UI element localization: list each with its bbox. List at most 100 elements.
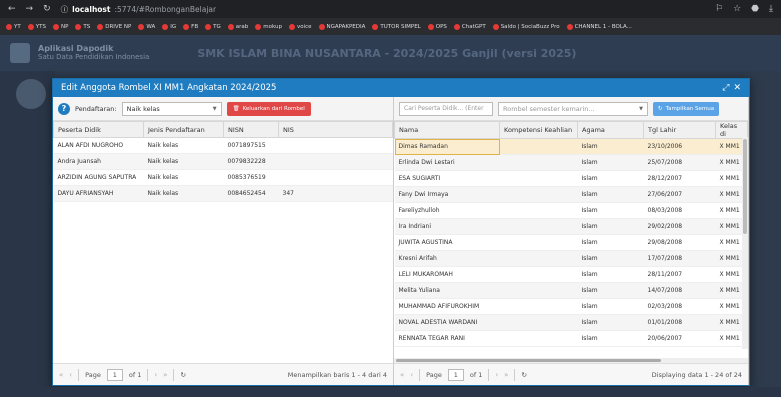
search-input[interactable]: Cari Peserta Didik... (Enter	[399, 101, 494, 116]
site-info-icon[interactable]: ⓘ	[61, 4, 69, 15]
maximize-icon[interactable]: ⤢	[722, 83, 729, 93]
bookmark-item[interactable]: NGAPAKPEDIA	[318, 23, 365, 30]
semester-select[interactable]: Rombel semester kemarin... ▼	[498, 101, 649, 116]
first-page-icon[interactable]: «	[400, 371, 404, 379]
column-header[interactable]: NISN	[223, 121, 279, 138]
table-row[interactable]: ESA SUGIARTI Islam 28/12/2007 X MM1	[394, 170, 748, 187]
candidate-table: Nama Kompetensi Keahlian Agama Tgl Lahir Kel…	[394, 121, 748, 347]
table-cell: Fareliyzhulloh	[394, 202, 500, 219]
vertical-scrollbar[interactable]	[742, 137, 748, 349]
show-all-button[interactable]: ↻ Tampilkan Semua	[653, 101, 720, 116]
download-icon[interactable]: ⤓	[769, 4, 773, 14]
bookmark-icon	[52, 23, 59, 30]
bookmark-item[interactable]: FB	[183, 23, 199, 30]
extension-icon[interactable]: ⬣	[751, 4, 759, 14]
back-icon[interactable]: ←	[8, 4, 16, 14]
table-cell	[499, 250, 578, 267]
bookmark-icon	[372, 23, 379, 30]
help-icon[interactable]: ?	[58, 102, 70, 115]
page-input[interactable]: 1	[447, 368, 464, 381]
bookmark-item[interactable]: TG	[205, 23, 221, 30]
table-row[interactable]: DAYU AFRIANSYAH Naik kelas 0084652454 347	[53, 185, 393, 202]
sidebar	[0, 71, 55, 397]
forward-icon[interactable]: →	[26, 4, 34, 14]
column-header[interactable]: Agama	[577, 121, 645, 139]
bookmark-item[interactable]: TUTOR SIMPEL	[372, 23, 421, 30]
table-row[interactable]: ALAN AFDI NUGROHO Naik kelas 0071897515	[53, 137, 393, 154]
column-header[interactable]: Peserta Didik	[53, 121, 144, 138]
address-bar[interactable]: ⓘ localhost:5774/#RombonganBelajar	[61, 4, 216, 15]
next-page-icon[interactable]: ›	[154, 371, 157, 379]
bookmark-label: FB	[191, 23, 199, 30]
prev-page-icon[interactable]: ‹	[69, 371, 72, 379]
star-icon[interactable]: ☆	[733, 4, 741, 14]
table-cell	[499, 154, 578, 171]
table-row[interactable]: JUWITA AGUSTINA Islam 29/08/2008 X MM1	[394, 234, 748, 251]
translate-icon[interactable]: ⚐	[715, 4, 723, 14]
reload-icon[interactable]: ↻	[43, 4, 51, 14]
bookmark-item[interactable]: voice	[288, 23, 312, 30]
table-cell: 28/12/2007	[643, 170, 716, 187]
bookmark-item[interactable]: NP	[52, 23, 69, 30]
table-cell: Islam	[577, 298, 644, 315]
pendaftaran-select[interactable]: Naik kelas ▼	[121, 101, 222, 116]
close-icon[interactable]: ✕	[733, 83, 741, 93]
table-cell: Naik kelas	[143, 185, 224, 202]
table-row[interactable]: Erlinda Dwi Lestari Islam 25/07/2008 X MM1	[394, 154, 748, 171]
bookmark-item[interactable]: YT	[6, 23, 21, 30]
table-row[interactable]: Fany Dwi Irmaya Islam 27/06/2007 X MM1	[394, 186, 748, 203]
first-page-icon[interactable]: «	[59, 371, 63, 379]
page-label: Page	[426, 370, 442, 379]
last-page-icon[interactable]: »	[504, 371, 508, 379]
table-row[interactable]: LELI MUKAROMAH Islam 28/11/2007 X MM1	[394, 266, 748, 283]
bookmark-icon	[288, 23, 295, 30]
semester-placeholder: Rombel semester kemarin...	[503, 104, 595, 113]
bookmark-label: NP	[60, 23, 69, 30]
bookmark-item[interactable]: CHANNEL 1 - BOLA...	[566, 23, 632, 30]
refresh-icon[interactable]: ↻	[521, 371, 526, 379]
last-page-icon[interactable]: »	[163, 371, 167, 379]
column-header[interactable]: Kelas di	[715, 121, 748, 139]
url-path: :5774/#RombonganBelajar	[114, 4, 217, 14]
table-cell: Erlinda Dwi Lestari	[394, 154, 500, 171]
table-row[interactable]: Ira Indriani Islam 29/02/2008 X MM1	[394, 218, 748, 235]
column-header[interactable]: Kompetensi Keahlian	[499, 121, 579, 139]
table-row[interactable]: RENNATA TEGAR RANI Islam 20/06/2007 X MM1	[394, 330, 748, 347]
refresh-icon[interactable]: ↻	[180, 371, 185, 379]
bookmark-item[interactable]: DRIVE NP	[97, 23, 131, 30]
table-row[interactable]: Fareliyzhulloh Islam 08/03/2008 X MM1	[394, 202, 748, 219]
bookmark-item[interactable]: mokup	[255, 23, 282, 30]
table-row[interactable]: Dimas Ramadan Islam 23/10/2006 X MM1	[394, 138, 748, 155]
column-header[interactable]: Jenis Pendaftaran	[143, 121, 224, 138]
remove-from-rombel-button[interactable]: 🗑 Keluarkan dari Rombel	[226, 101, 311, 116]
column-header[interactable]: Nama	[394, 121, 501, 139]
table-cell	[499, 218, 578, 235]
column-header[interactable]: NIS	[277, 121, 394, 138]
bookmark-item[interactable]: WA	[138, 23, 155, 30]
column-header[interactable]: Tgl Lahir	[643, 121, 717, 139]
table-row[interactable]: NOVAL ADESTIA WARDANI Islam 01/01/2008 X MM…	[394, 314, 748, 331]
bookmark-item[interactable]: Saldo | SociaBuzz Pro	[492, 23, 560, 30]
bookmark-label: mokup	[263, 23, 282, 30]
bookmark-item[interactable]: arab	[227, 23, 248, 30]
remove-button-label: Keluarkan dari Rombel	[242, 105, 305, 112]
table-row[interactable]: Andra Juansah Naik kelas 0079832228	[53, 153, 393, 170]
bookmark-item[interactable]: OPS	[427, 23, 447, 30]
page-of: of 1	[128, 370, 142, 379]
bookmark-item[interactable]: ChatGPT	[453, 23, 486, 30]
table-cell: Fany Dwi Irmaya	[394, 186, 500, 203]
table-row[interactable]: Melita Yuliana Islam 14/07/2008 X MM1	[394, 282, 748, 299]
prev-page-icon[interactable]: ‹	[410, 371, 413, 379]
edit-rombel-dialog: Edit Anggota Rombel XI MM1 Angkatan 2024…	[52, 78, 750, 386]
table-row[interactable]: ARZIDIN AGUNG SAPUTRA Naik kelas 008537651…	[53, 169, 393, 186]
table-cell	[499, 202, 578, 219]
bookmark-item[interactable]: IG	[162, 23, 176, 30]
app-header: Aplikasi Dapodik Satu Data Pendidikan In…	[0, 35, 781, 71]
bookmark-item[interactable]: TS	[75, 23, 90, 30]
page-input[interactable]: 1	[106, 368, 123, 381]
table-row[interactable]: MUHAMMAD AFIFUROKHIM Islam 02/03/2008 X MM1	[394, 298, 748, 315]
table-row[interactable]: Kresni Arifah Islam 17/07/2008 X MM1	[394, 250, 748, 267]
bookmark-item[interactable]: YTS	[27, 23, 46, 30]
next-page-icon[interactable]: ›	[495, 371, 498, 379]
bookmarks-bar: YT YTS NP TS DRIVE NP WA IG FB TG arab mokup voice N…	[0, 18, 781, 35]
